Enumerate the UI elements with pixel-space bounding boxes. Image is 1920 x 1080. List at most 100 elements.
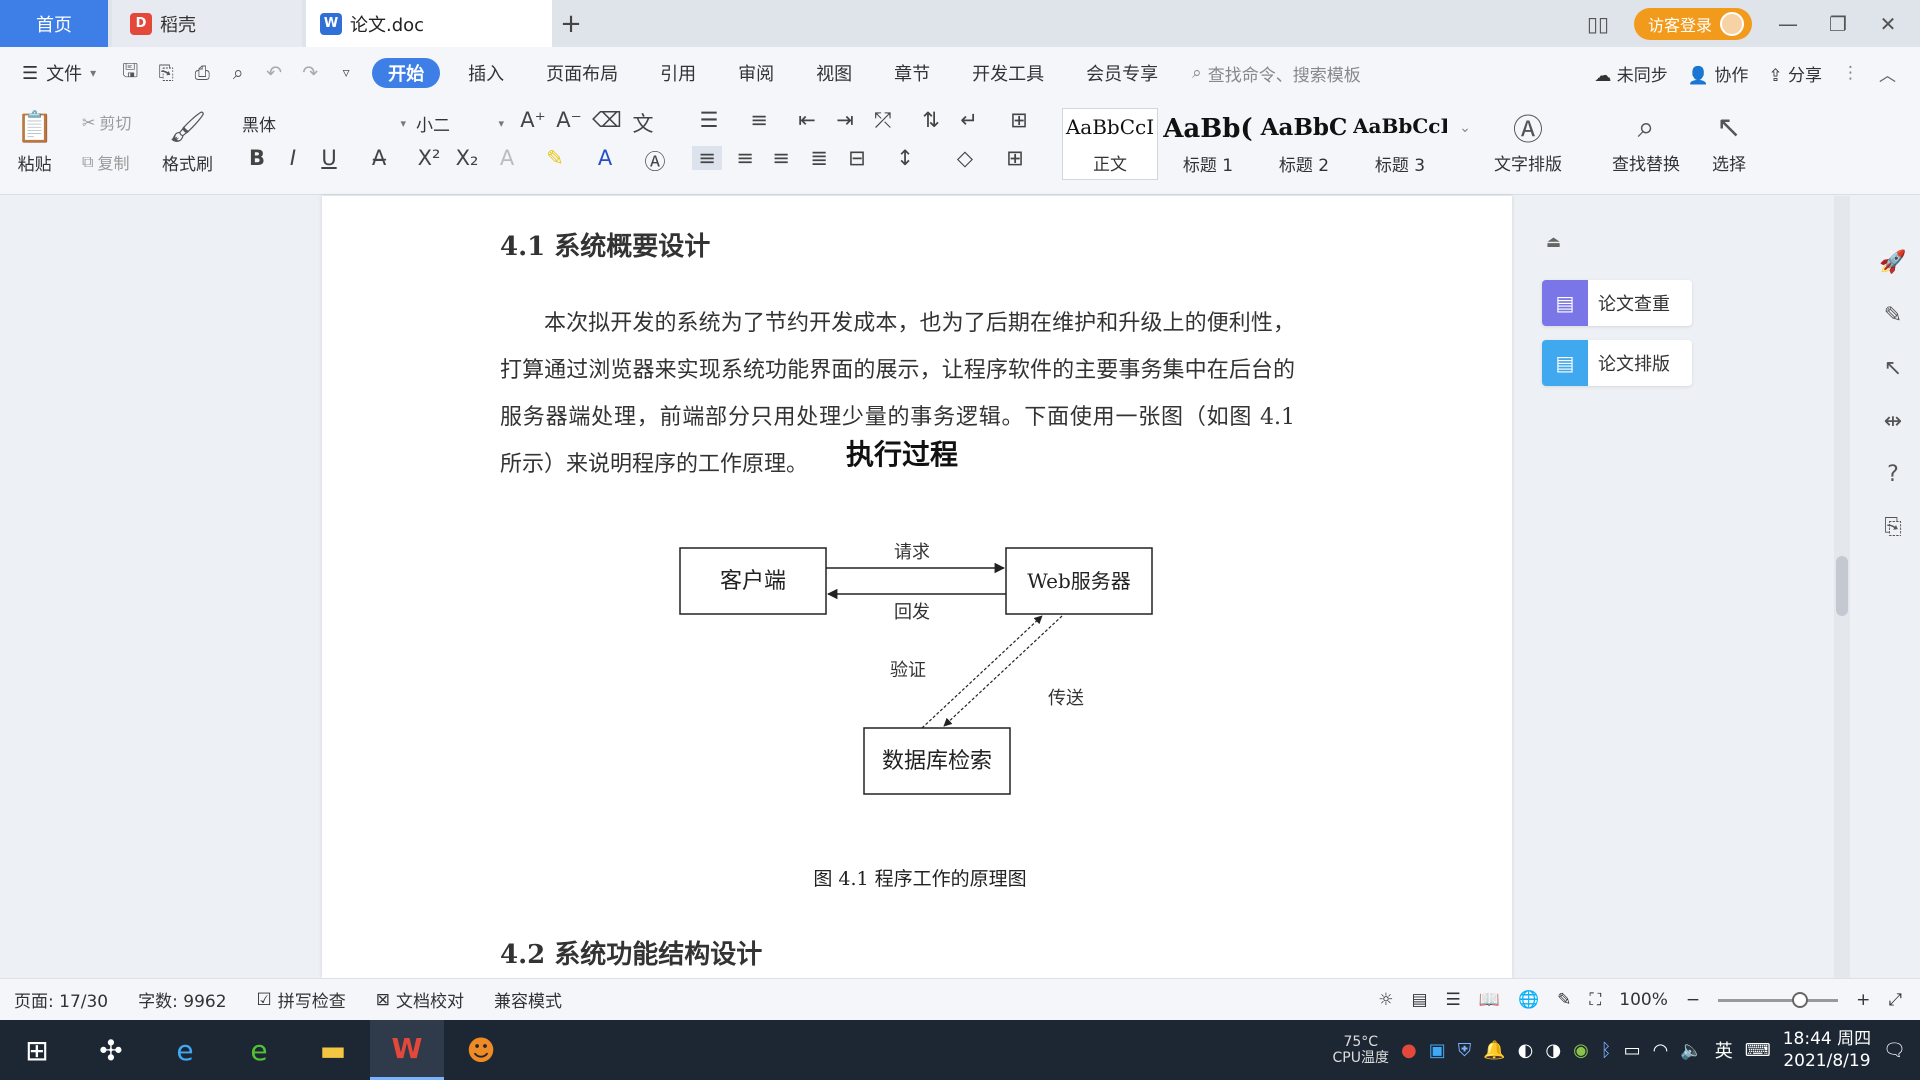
start-button[interactable]: ⊞: [0, 1020, 74, 1080]
eye-protect-icon[interactable]: ☼: [1378, 990, 1393, 1010]
print-icon[interactable]: ⎙: [184, 62, 220, 84]
wifi-icon[interactable]: ◠: [1653, 1040, 1669, 1061]
tab-document[interactable]: W 论文.doc: [306, 0, 552, 47]
line-spacing-icon[interactable]: ↕: [890, 146, 920, 170]
document-page[interactable]: 4.1 系统概要设计 本次拟开发的系统为了节约开发成本，也为了后期在维护和升级上…: [322, 196, 1512, 978]
tray-app-icon[interactable]: ●: [1401, 1040, 1417, 1061]
style-heading-1[interactable]: AaBb( 标题 1: [1160, 108, 1256, 180]
word-count[interactable]: 字数: 9962: [138, 987, 226, 1012]
taskbar-app-ie[interactable]: e: [148, 1020, 222, 1080]
fullscreen-icon[interactable]: ⤢: [1888, 990, 1902, 1010]
export-icon[interactable]: ⎘: [148, 62, 184, 84]
menu-review[interactable]: 审阅: [722, 58, 790, 88]
find-replace-button[interactable]: ⌕ 查找替换: [1612, 104, 1680, 176]
align-right-icon[interactable]: ≡: [766, 146, 796, 170]
menu-view[interactable]: 视图: [800, 58, 868, 88]
pen-icon[interactable]: ✎: [1884, 303, 1902, 328]
copy-button[interactable]: ⧉ 复制: [82, 150, 129, 174]
save-icon[interactable]: 🖫: [112, 57, 148, 89]
thesis-check-button[interactable]: ▤ 论文查重: [1542, 280, 1692, 326]
spell-check-button[interactable]: ☑ 拼写检查: [257, 987, 346, 1013]
keyboard-layout-icon[interactable]: ⌨: [1745, 1040, 1771, 1061]
taskbar-app-pinwheel[interactable]: ✣: [74, 1020, 148, 1080]
outline-view-icon[interactable]: ☰: [1446, 990, 1461, 1010]
help-icon[interactable]: ?: [1887, 462, 1899, 487]
thesis-layout-button[interactable]: ▤ 论文排版: [1542, 340, 1692, 386]
vertical-scrollbar[interactable]: [1834, 196, 1850, 978]
visitor-login-button[interactable]: 访客登录: [1633, 7, 1752, 40]
proofread-button[interactable]: ⊠ 文档校对: [376, 987, 464, 1013]
volume-icon[interactable]: 🔈: [1680, 1040, 1702, 1061]
distribute-icon[interactable]: ⊟: [842, 146, 872, 170]
style-normal[interactable]: AaBbCcI 正文: [1062, 108, 1158, 180]
style-heading-3[interactable]: AaBbCcI 标题 3: [1352, 108, 1448, 180]
sort-icon[interactable]: ⇅: [916, 108, 946, 132]
strikethrough-icon[interactable]: A̶: [364, 146, 394, 170]
customize-icon[interactable]: ▿: [328, 65, 364, 81]
zoom-out-icon[interactable]: −: [1686, 990, 1700, 1010]
format-painter-button[interactable]: 🖌 格式刷: [162, 104, 213, 176]
tray-bluetooth-icon[interactable]: ᛒ: [1601, 1040, 1612, 1061]
menu-reference[interactable]: 引用: [644, 58, 712, 88]
underline-icon[interactable]: U: [314, 146, 344, 170]
command-search[interactable]: ⌕ 查找命令、搜索模板: [1192, 61, 1361, 86]
layout-toggle-icon[interactable]: ▯▯: [1584, 12, 1612, 36]
tray-security-icon[interactable]: ▣: [1429, 1040, 1446, 1061]
system-clock[interactable]: 18:44 周四 2021/8/19: [1783, 1028, 1871, 1072]
numbered-list-icon[interactable]: ≡: [744, 108, 774, 132]
taskbar-app-explorer[interactable]: ▬: [296, 1020, 370, 1080]
pointer-icon[interactable]: ↖: [1884, 356, 1902, 381]
collab-button[interactable]: 👤 协作: [1688, 61, 1749, 86]
styles-more-icon[interactable]: ⌄: [1450, 120, 1480, 136]
shading-icon[interactable]: ◇: [950, 146, 980, 170]
highlight-icon[interactable]: ✎: [540, 146, 570, 170]
collapse-ribbon-icon[interactable]: ︿: [1879, 61, 1896, 86]
menu-start[interactable]: 开始: [372, 58, 441, 88]
menu-dev-tools[interactable]: 开发工具: [956, 58, 1060, 88]
close-icon[interactable]: ✕: [1874, 12, 1902, 36]
fit-page-icon[interactable]: ⛶: [1589, 990, 1601, 1010]
page-view-icon[interactable]: ▤: [1411, 990, 1427, 1010]
cut-button[interactable]: ✂ 剪切: [82, 110, 131, 134]
battery-icon[interactable]: ▭: [1624, 1040, 1641, 1061]
select-button[interactable]: ↖ 选择: [1712, 104, 1746, 176]
tray-shield-icon[interactable]: ⛨: [1458, 1040, 1472, 1061]
style-heading-2[interactable]: AaBbC 标题 2: [1256, 108, 1352, 180]
menu-chapter[interactable]: 章节: [878, 58, 946, 88]
bold-icon[interactable]: B: [242, 146, 272, 170]
notification-bell-icon[interactable]: 🔔: [1483, 1040, 1505, 1061]
borders-icon[interactable]: ⊞: [1000, 146, 1030, 170]
chinese-layout-icon[interactable]: ⤱: [868, 108, 898, 133]
share-button[interactable]: ⇪ 分享: [1768, 61, 1822, 86]
align-left-icon[interactable]: ≡: [692, 146, 722, 170]
zoom-in-icon[interactable]: +: [1856, 990, 1870, 1010]
web-view-icon[interactable]: 🌐: [1518, 990, 1539, 1010]
menu-insert[interactable]: 插入: [452, 58, 520, 88]
text-effect-icon[interactable]: A: [492, 146, 522, 170]
char-border-icon[interactable]: Ⓐ: [640, 146, 670, 176]
increase-indent-icon[interactable]: ⇥: [830, 108, 860, 132]
ime-indicator[interactable]: 英: [1715, 1037, 1733, 1063]
tray-qq2-icon[interactable]: ◑: [1545, 1040, 1561, 1061]
show-marks-icon[interactable]: ↵: [954, 108, 984, 132]
zoom-slider[interactable]: [1718, 991, 1839, 1008]
zoom-level[interactable]: 100%: [1619, 990, 1668, 1010]
more-icon[interactable]: ⋮: [1842, 63, 1859, 83]
bullet-list-icon[interactable]: ☰: [694, 108, 724, 132]
decrease-indent-icon[interactable]: ⇤: [792, 108, 822, 132]
minimize-icon[interactable]: —: [1774, 12, 1802, 36]
tab-stop-icon[interactable]: ⊞: [1004, 108, 1034, 132]
redo-icon[interactable]: ↷: [292, 62, 328, 84]
zoom-slider-knob[interactable]: [1791, 991, 1808, 1008]
tray-qq-icon[interactable]: ◐: [1518, 1040, 1534, 1061]
rocket-icon[interactable]: 🚀: [1879, 250, 1906, 275]
unsynced-button[interactable]: ☁ 未同步: [1594, 61, 1667, 86]
shrink-font-icon[interactable]: A⁻: [554, 108, 584, 132]
menu-vip[interactable]: 会员专享: [1070, 58, 1174, 88]
file-menu[interactable]: ☰ 文件 ▾: [0, 58, 112, 88]
adjust-icon[interactable]: ⇹: [1884, 409, 1902, 434]
phonetic-icon[interactable]: 文: [628, 108, 658, 138]
taskbar-app-game[interactable]: ☻: [444, 1020, 518, 1080]
align-center-icon[interactable]: ≡: [730, 146, 760, 170]
justify-icon[interactable]: ≣: [804, 146, 834, 170]
